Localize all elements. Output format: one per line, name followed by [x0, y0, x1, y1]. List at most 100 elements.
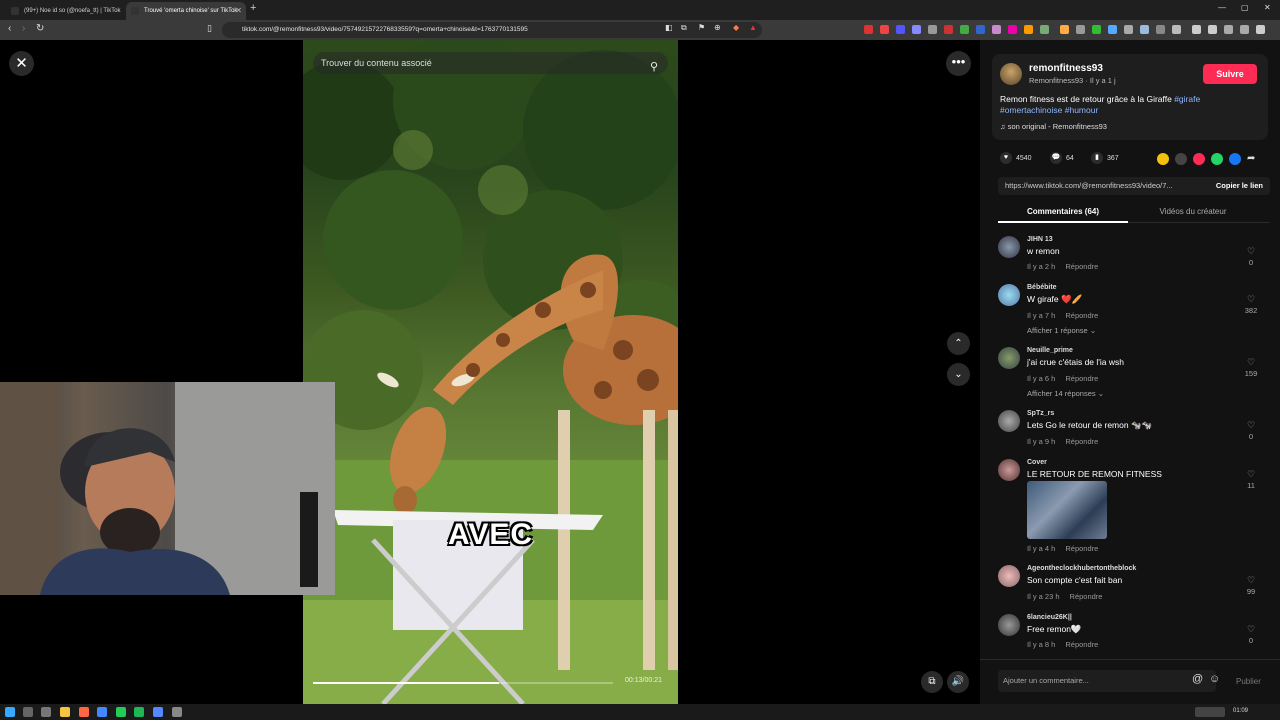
publish-button[interactable]: Publier	[1236, 677, 1261, 686]
video-progress-bar[interactable]	[313, 682, 613, 684]
extension-icon[interactable]	[880, 25, 889, 34]
extension-icon[interactable]	[912, 25, 921, 34]
comment-username[interactable]: 6lancieu26K||	[1027, 614, 1072, 621]
author-name[interactable]: remonfitness93	[1029, 63, 1103, 74]
extension-icon[interactable]	[992, 25, 1001, 34]
extension-icon[interactable]	[1172, 25, 1181, 34]
comment-username[interactable]: SpTz_rs	[1027, 410, 1054, 417]
follow-button[interactable]: Suivre	[1203, 64, 1257, 84]
comment-like-button[interactable]: ♡ 382	[1239, 294, 1263, 315]
volume-button[interactable]: 🔊	[947, 671, 969, 693]
comment-like-button[interactable]: ♡ 0	[1239, 420, 1263, 441]
comment-username[interactable]: Ageontheclockhubertontheblock	[1027, 565, 1136, 572]
maximize-icon[interactable]: ▢	[1241, 3, 1249, 12]
reply-button[interactable]: Répondre	[1070, 592, 1103, 601]
media-icon[interactable]: ◧	[665, 23, 673, 32]
spotify-icon[interactable]	[134, 707, 144, 717]
reply-button[interactable]: Répondre	[1065, 640, 1098, 649]
hashtag-link[interactable]: #omertachinoise	[1000, 105, 1062, 115]
translate-icon[interactable]: ⚑	[698, 23, 705, 32]
show-replies-button[interactable]: Afficher 14 réponses ⌄	[1027, 389, 1104, 398]
avatar[interactable]	[998, 284, 1020, 306]
profile-icon[interactable]	[1240, 25, 1249, 34]
copy-link-button[interactable]: Copier le lien	[1216, 177, 1263, 195]
browser-tab-2[interactable]: Trouvé 'omerta chinoise' sur TikTok ✕	[126, 2, 246, 20]
extension-icon[interactable]	[896, 25, 905, 34]
extension-icon[interactable]	[960, 25, 969, 34]
forward-icon[interactable]: ›	[22, 23, 25, 34]
brave-icon[interactable]	[79, 707, 89, 717]
extension-icon[interactable]	[944, 25, 953, 34]
extension-icon[interactable]	[976, 25, 985, 34]
share-friends-icon[interactable]	[1157, 153, 1169, 165]
comment-username[interactable]: JIHN 13	[1027, 236, 1053, 243]
extension-icon[interactable]	[1024, 25, 1033, 34]
whatsapp-icon[interactable]	[1211, 153, 1223, 165]
search-icon[interactable]: ⚲	[650, 56, 658, 78]
comment-like-button[interactable]: ♡ 0	[1239, 624, 1263, 645]
extension-icon[interactable]	[1192, 25, 1201, 34]
avatar[interactable]	[998, 347, 1020, 369]
comment-like-button[interactable]: ♡ 11	[1239, 469, 1263, 490]
pip-icon[interactable]: ⧉	[681, 23, 687, 33]
more-options-button[interactable]: •••	[946, 51, 971, 76]
wallet-icon[interactable]	[1224, 25, 1233, 34]
comment-like-button[interactable]: ♡ 0	[1239, 246, 1263, 267]
browser-tab-1[interactable]: (99+) Noe id so (@noefa_tt) | TikTok	[6, 2, 124, 20]
whatsapp-icon[interactable]	[116, 707, 126, 717]
back-icon[interactable]: ‹	[8, 23, 11, 34]
comment-input[interactable]: Ajouter un commentaire... @ ☺	[998, 670, 1220, 692]
floating-player-button[interactable]: ⧉	[921, 671, 943, 693]
obs-icon[interactable]	[172, 707, 182, 717]
tab-creator-videos[interactable]: Vidéos du créateur	[1128, 203, 1258, 221]
task-view-icon[interactable]	[41, 707, 51, 717]
comment-like-button[interactable]: ♡ 159	[1239, 357, 1263, 378]
author-avatar[interactable]	[1000, 63, 1022, 85]
embed-icon[interactable]	[1175, 153, 1187, 165]
sidebar-icon[interactable]	[1208, 25, 1217, 34]
share-arrow-icon[interactable]: ➦	[1247, 152, 1255, 166]
comment-username[interactable]: Neuille_prime	[1027, 347, 1073, 354]
next-video-button[interactable]: ⌄	[947, 363, 970, 386]
emoji-icon[interactable]: ☺	[1209, 673, 1220, 685]
extension-icon[interactable]	[1092, 25, 1101, 34]
brave-shield-icon[interactable]: ◆	[733, 23, 739, 32]
close-window-icon[interactable]: ✕	[1264, 3, 1271, 12]
extension-icon[interactable]	[1124, 25, 1133, 34]
extension-icon[interactable]	[1040, 25, 1049, 34]
reply-button[interactable]: Répondre	[1065, 544, 1098, 553]
previous-video-button[interactable]: ⌃	[947, 332, 970, 355]
reply-button[interactable]: Répondre	[1065, 374, 1098, 383]
avatar[interactable]	[998, 410, 1020, 432]
extension-icon[interactable]	[1060, 25, 1069, 34]
reload-icon[interactable]: ↻	[36, 23, 44, 34]
video-player[interactable]: Trouver du contenu associé ⚲ AVEC 00:13/…	[303, 40, 678, 704]
save-button[interactable]: ▮ 367	[1091, 152, 1119, 166]
close-tab-icon[interactable]: ✕	[235, 2, 242, 20]
app-icon[interactable]	[97, 707, 107, 717]
hashtag-link[interactable]: #humour	[1065, 105, 1099, 115]
extension-icon[interactable]	[928, 25, 937, 34]
discord-icon[interactable]	[153, 707, 163, 717]
extension-icon[interactable]	[1108, 25, 1117, 34]
comment-username[interactable]: Cover	[1027, 459, 1047, 466]
avatar[interactable]	[998, 459, 1020, 481]
music-link[interactable]: ♫ son original - Remonfitness93	[1000, 122, 1107, 131]
file-explorer-icon[interactable]	[60, 707, 70, 717]
extension-icon[interactable]	[1140, 25, 1149, 34]
reply-button[interactable]: Répondre	[1065, 262, 1098, 271]
minimize-icon[interactable]: —	[1218, 3, 1226, 12]
like-button[interactable]: ♥ 4540	[1000, 152, 1032, 166]
tab-comments[interactable]: Commentaires (64)	[998, 203, 1128, 223]
avatar[interactable]	[998, 614, 1020, 636]
extension-icon[interactable]	[1156, 25, 1165, 34]
related-search-input[interactable]: Trouver du contenu associé ⚲	[313, 52, 668, 74]
video-link-url[interactable]: https://www.tiktok.com/@remonfitness93/v…	[1005, 177, 1190, 195]
comment-username[interactable]: Bébébite	[1027, 284, 1057, 291]
extension-icon[interactable]	[1076, 25, 1085, 34]
show-replies-button[interactable]: Afficher 1 réponse ⌄	[1027, 326, 1096, 335]
extension-icon[interactable]	[1008, 25, 1017, 34]
facebook-icon[interactable]	[1229, 153, 1241, 165]
rewards-icon[interactable]: ▲	[749, 23, 757, 32]
mention-icon[interactable]: @	[1192, 673, 1203, 685]
